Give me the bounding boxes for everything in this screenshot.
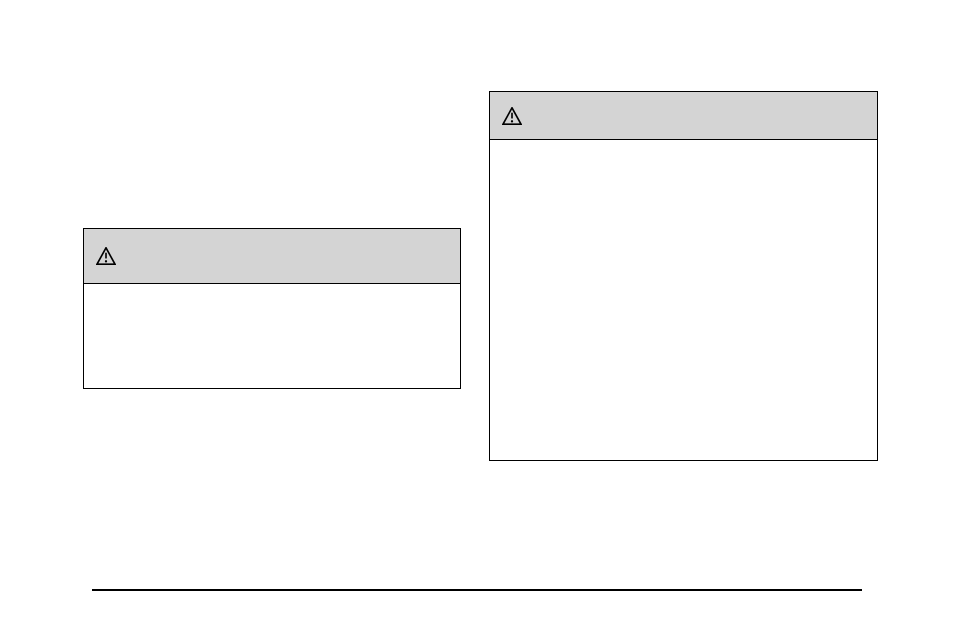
info-box-right-body [490,140,877,460]
info-box-right-header [490,92,877,140]
footer-divider [92,589,862,591]
warning-icon [96,247,116,265]
info-box-left-header [84,229,460,284]
info-box-left [83,228,461,389]
info-box-right [489,91,878,461]
info-box-left-body [84,284,460,388]
warning-icon [502,107,522,125]
